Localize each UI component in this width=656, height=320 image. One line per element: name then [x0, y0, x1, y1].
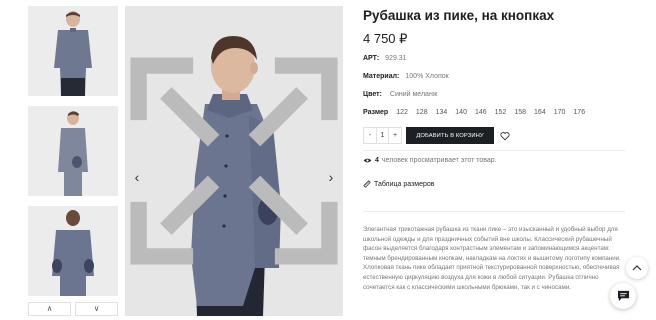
size-option[interactable]: 128: [416, 109, 428, 116]
size-option[interactable]: 146: [475, 109, 487, 116]
article-label: АРТ:: [363, 55, 380, 62]
size-table-link[interactable]: Таблица размеров: [363, 180, 435, 188]
thumbnail-back[interactable]: [28, 206, 118, 296]
material-row: Материал: 100% Хлопок: [363, 73, 449, 80]
color-label: Цвет:: [363, 91, 382, 98]
chevron-up-icon: [632, 265, 642, 271]
quantity-decrease-button[interactable]: -: [364, 128, 376, 143]
quantity-stepper: - 1 +: [363, 127, 402, 144]
divider: [363, 211, 625, 212]
size-option[interactable]: 164: [534, 109, 546, 116]
main-product-photo: ‹ ›: [125, 6, 343, 316]
product-description: Элегантная трикотажная рубашка из ткани …: [363, 226, 621, 291]
thumbnail-down-button[interactable]: ∨: [75, 302, 118, 316]
size-option[interactable]: 140: [455, 109, 467, 116]
article-value: 929.31: [385, 55, 407, 62]
quantity-increase-button[interactable]: +: [389, 128, 401, 143]
product-price: 4 750 ₽: [363, 31, 408, 46]
color-value: Синий меланж: [389, 91, 438, 98]
quantity-value[interactable]: 1: [376, 128, 389, 143]
thumbnail-nav: ∧ ∨: [28, 302, 118, 316]
material-value: 100% Хлопок: [405, 73, 449, 80]
divider: [363, 150, 625, 151]
thumbnail-up-button[interactable]: ∧: [28, 302, 71, 316]
size-option[interactable]: 170: [554, 109, 566, 116]
purchase-controls: - 1 + ДОБАВИТЬ В КОРЗИНУ: [363, 127, 510, 144]
article-row: АРТ: 929.31: [363, 55, 407, 62]
ruler-icon: [363, 180, 371, 188]
viewers-text: человек просматривает этот товар.: [381, 157, 497, 164]
size-option[interactable]: 134: [436, 109, 448, 116]
size-option[interactable]: 158: [514, 109, 526, 116]
size-row: Размер 122 128 134 140 146 152 158 164 1…: [363, 109, 585, 116]
scroll-top-button[interactable]: [626, 257, 648, 279]
size-options: 122 128 134 140 146 152 158 164 170 176: [396, 109, 585, 116]
chat-icon: [617, 290, 629, 302]
thumbnail-front[interactable]: [28, 6, 118, 96]
size-option[interactable]: 152: [495, 109, 507, 116]
heart-icon[interactable]: [500, 131, 510, 141]
add-to-cart-button[interactable]: ДОБАВИТЬ В КОРЗИНУ: [406, 127, 494, 144]
viewers-count: 4: [375, 157, 379, 164]
size-option[interactable]: 122: [396, 109, 408, 116]
viewers-notice: 4 человек просматривает этот товар.: [363, 157, 497, 164]
size-option[interactable]: 176: [573, 109, 585, 116]
color-row: Цвет: Синий меланж: [363, 91, 438, 98]
material-label: Материал:: [363, 73, 400, 80]
size-label: Размер: [363, 109, 389, 116]
eye-icon: [363, 158, 372, 163]
thumbnail-side[interactable]: [28, 106, 118, 196]
chat-button[interactable]: [610, 283, 636, 309]
fullscreen-icon[interactable]: [125, 6, 343, 316]
product-title: Рубашка из пике, на кнопках: [363, 8, 555, 23]
size-table-label: Таблица размеров: [374, 180, 435, 188]
